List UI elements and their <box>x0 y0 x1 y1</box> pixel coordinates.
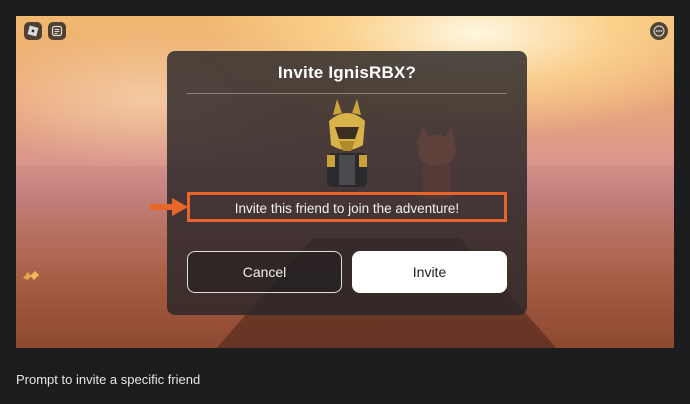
chat-button[interactable] <box>48 22 66 40</box>
friend-avatars <box>327 99 456 199</box>
cancel-button[interactable]: Cancel <box>187 251 342 293</box>
secondary-avatar <box>417 127 456 199</box>
roblox-menu-button[interactable] <box>24 22 42 40</box>
message-highlight-box <box>187 192 507 222</box>
dialog-title: Invite IgnisRBX? <box>277 63 417 82</box>
chat-icon <box>51 25 63 37</box>
more-options-icon <box>653 25 665 37</box>
emote-icon[interactable] <box>22 270 40 282</box>
dialog-divider <box>187 93 507 94</box>
invite-dialog: Invite IgnisRBX? Invite this friend to j… <box>167 51 527 315</box>
more-options-button[interactable] <box>650 22 668 40</box>
arrow-right-icon <box>150 198 188 216</box>
invite-button[interactable]: Invite <box>352 251 507 293</box>
screenshot-caption: Prompt to invite a specific friend <box>16 372 201 387</box>
roblox-logo-icon <box>27 25 39 37</box>
friend-avatar <box>327 99 367 187</box>
